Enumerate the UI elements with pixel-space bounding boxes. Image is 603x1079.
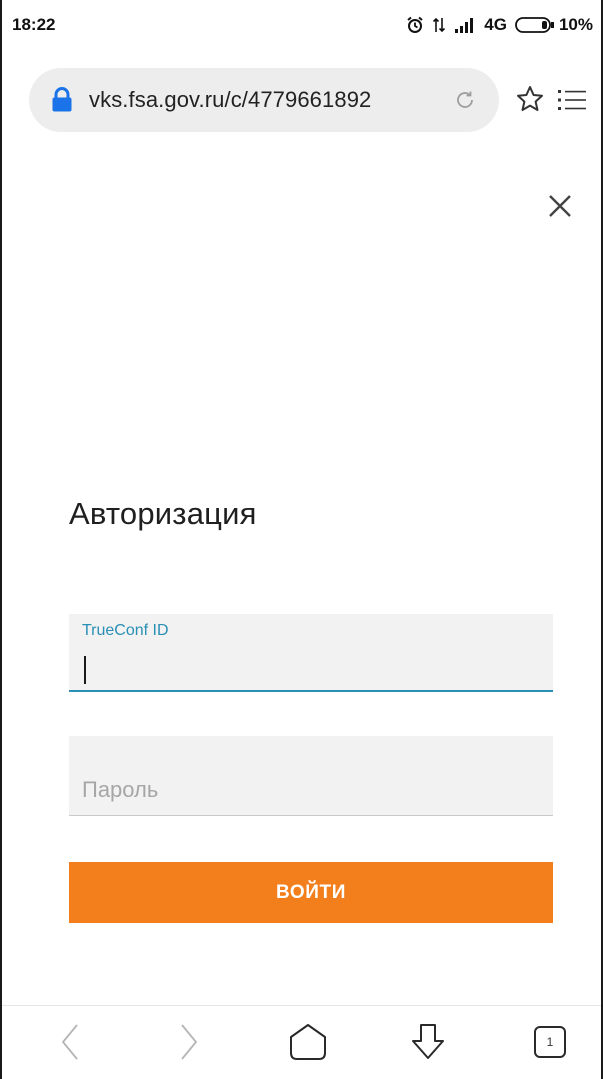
phone-screen: 18:22 4G 10% vks.fsa.gov.ru/c/4779661892… bbox=[0, 0, 603, 1079]
download-icon bbox=[412, 1024, 444, 1059]
url-text: vks.fsa.gov.ru/c/4779661892 bbox=[89, 87, 372, 112]
tab-count: 1 bbox=[546, 1035, 554, 1049]
close-icon[interactable] bbox=[544, 190, 576, 222]
forward-button[interactable] bbox=[167, 1020, 211, 1064]
network-type: 4G bbox=[484, 15, 507, 34]
tabs-button[interactable]: 1 bbox=[528, 1020, 572, 1064]
home-button[interactable] bbox=[286, 1020, 330, 1064]
battery: 10% bbox=[515, 15, 593, 35]
battery-icon bbox=[515, 17, 554, 33]
address-bar[interactable]: vks.fsa.gov.ru/c/4779661892 bbox=[29, 68, 499, 132]
password-field-container bbox=[69, 736, 553, 816]
bottom-navigation: 1 bbox=[2, 1005, 601, 1079]
lock-icon bbox=[52, 87, 72, 112]
home-icon bbox=[290, 1024, 326, 1060]
text-cursor bbox=[84, 656, 86, 684]
status-bar: 18:22 4G 10% bbox=[2, 0, 601, 50]
page-title: Авторизация bbox=[69, 496, 257, 531]
alarm-icon bbox=[407, 16, 423, 33]
back-icon bbox=[61, 1024, 78, 1060]
password-input[interactable] bbox=[69, 736, 553, 815]
trueconf-id-field[interactable]: TrueConf ID bbox=[69, 614, 553, 692]
signal-icon bbox=[455, 18, 474, 33]
data-arrows-icon bbox=[433, 17, 446, 33]
download-button[interactable] bbox=[406, 1020, 450, 1064]
reload-icon[interactable] bbox=[453, 88, 477, 112]
back-button[interactable] bbox=[48, 1020, 92, 1064]
status-icons: 4G 10% bbox=[406, 15, 593, 35]
browser-toolbar: vks.fsa.gov.ru/c/4779661892 bbox=[2, 64, 601, 136]
status-time: 18:22 bbox=[12, 15, 56, 34]
forward-icon bbox=[181, 1024, 198, 1060]
login-button[interactable]: ВОЙТИ bbox=[69, 862, 553, 923]
star-icon[interactable] bbox=[515, 84, 545, 114]
trueconf-id-label: TrueConf ID bbox=[82, 622, 169, 639]
menu-icon[interactable] bbox=[556, 86, 588, 114]
battery-level: 10% bbox=[558, 15, 593, 34]
